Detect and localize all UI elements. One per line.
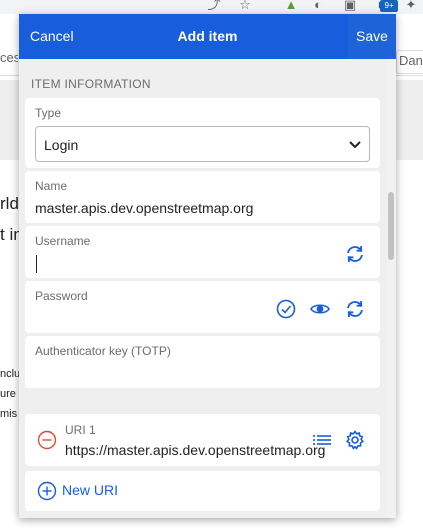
bookmark-left[interactable]: ces [0, 50, 18, 74]
page-text-fragment: nclu [0, 368, 19, 380]
minus-circle-icon[interactable] [37, 430, 57, 450]
password-field-card[interactable]: Password [25, 281, 380, 333]
list-icon[interactable] [311, 430, 333, 452]
star-icon[interactable]: ☆ [237, 0, 253, 13]
totp-label: Authenticator key (TOTP) [35, 344, 171, 358]
save-button[interactable]: Save [348, 14, 396, 59]
popup-content: ITEM INFORMATION Type Login Name master.… [19, 59, 386, 518]
chevron-down-icon [348, 137, 362, 151]
gear-icon[interactable] [344, 429, 366, 451]
extension-icon-1[interactable]: ▲ [283, 0, 299, 13]
section-title: ITEM INFORMATION [31, 77, 151, 91]
eye-icon[interactable] [309, 298, 331, 320]
extension-icon-3[interactable]: ▣ [342, 0, 358, 13]
browser-toolbar: ⤴ ☆ ▲ ◐ ▣ ■ 9+ ✦ [0, 0, 423, 14]
username-label: Username [35, 234, 91, 248]
name-field-card[interactable]: Name master.apis.dev.openstreetmap.org [25, 171, 380, 223]
type-label: Type [35, 106, 62, 120]
refresh-icon[interactable] [344, 298, 366, 320]
uri-input[interactable]: https://master.apis.dev.openstreetmap.or… [65, 442, 327, 458]
extension-icon-2[interactable]: ◐ [310, 0, 326, 13]
check-circle-icon[interactable] [275, 298, 297, 320]
type-field-card: Type Login [25, 98, 380, 168]
cancel-button[interactable]: Cancel [19, 14, 85, 59]
scrollbar-thumb[interactable] [388, 192, 394, 260]
add-item-popup: Cancel Add item Save ITEM INFORMATION Ty… [19, 14, 396, 518]
page-text-fragment: mis [0, 408, 18, 420]
extension-badge: 9+ [380, 0, 398, 12]
scrollbar[interactable] [386, 59, 396, 518]
type-select[interactable]: Login [35, 126, 370, 162]
bookmark-right[interactable]: Dan [396, 50, 423, 74]
puzzle-icon[interactable]: ✦ [403, 0, 419, 13]
username-field-card[interactable]: Username [25, 226, 380, 278]
refresh-icon[interactable] [344, 243, 366, 265]
share-icon[interactable]: ⤴ [206, 0, 222, 13]
plus-circle-icon [37, 481, 57, 501]
text-cursor [36, 255, 37, 273]
uri-field-card: URI 1 https://master.apis.dev.openstreet… [25, 414, 380, 466]
page-text-fragment: ure [0, 388, 16, 400]
page-text-fragment: rld [0, 194, 19, 213]
new-uri-label: New URI [62, 482, 119, 498]
name-input[interactable]: master.apis.dev.openstreetmap.org [35, 200, 370, 216]
name-label: Name [35, 179, 68, 193]
uri-label: URI 1 [65, 423, 96, 437]
popup-header: Cancel Add item Save [19, 14, 396, 59]
totp-field-card[interactable]: Authenticator key (TOTP) [25, 336, 380, 388]
new-uri-button[interactable]: New URI [25, 471, 380, 511]
page-text-fragment: t in [0, 225, 19, 244]
type-select-value: Login [44, 137, 79, 153]
password-label: Password [35, 289, 88, 303]
